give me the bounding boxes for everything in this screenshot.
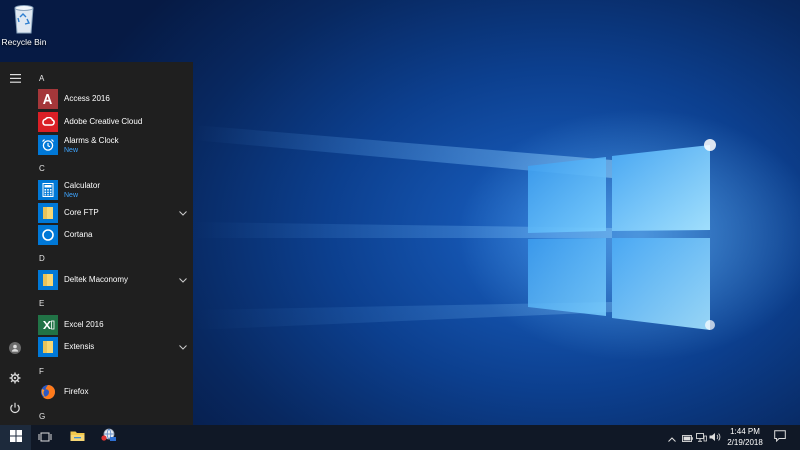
group-header-g[interactable]: G xyxy=(39,412,45,421)
user-account-button[interactable] xyxy=(0,336,30,364)
app-name: Cortana xyxy=(64,230,93,239)
new-badge: New xyxy=(64,146,79,154)
app-name: Adobe Creative Cloud xyxy=(64,117,143,126)
folder-icon xyxy=(38,270,58,290)
folder-icon xyxy=(38,337,58,357)
app-access-2016[interactable]: Access 2016 xyxy=(38,88,188,110)
app-firefox[interactable]: Firefox xyxy=(38,381,188,403)
app-name: Deltek Maconomy xyxy=(64,275,129,284)
chevron-up-icon xyxy=(668,429,676,447)
app-core-ftp[interactable]: Core FTP xyxy=(38,202,188,224)
windows-logo-icon xyxy=(9,429,22,447)
clock-date: 2/19/2018 xyxy=(727,437,763,447)
settings-button[interactable] xyxy=(0,366,30,394)
group-header-a[interactable]: A xyxy=(39,74,44,83)
action-center-button[interactable] xyxy=(773,429,786,447)
start-menu: A Access 2016 Adobe Creative Cloud Alarm… xyxy=(0,62,193,425)
notification-icon xyxy=(773,429,786,447)
app-extensis[interactable]: Extensis xyxy=(38,336,188,358)
new-badge: New xyxy=(64,191,79,199)
user-avatar-icon xyxy=(9,341,21,359)
recycle-bin-label: Recycle Bin xyxy=(1,37,47,47)
app-alarms-clock[interactable]: Alarms & Clock New xyxy=(38,134,188,156)
group-header-e[interactable]: E xyxy=(39,299,44,308)
start-button[interactable] xyxy=(0,425,31,450)
app-calculator[interactable]: Calculator New xyxy=(38,179,188,201)
app-name: Calculator xyxy=(64,180,101,190)
access-icon xyxy=(38,89,58,109)
task-view-icon xyxy=(38,429,52,447)
expand-menu-button[interactable] xyxy=(0,65,30,93)
app-name: Firefox xyxy=(64,387,89,396)
app-name: Alarms & Clock xyxy=(64,135,119,145)
calculator-icon xyxy=(38,180,58,200)
excel-icon xyxy=(38,315,58,335)
power-icon xyxy=(9,401,21,419)
battery-icon xyxy=(681,429,693,447)
chevron-down-icon[interactable] xyxy=(178,342,188,352)
app-excel-2016[interactable]: Excel 2016 xyxy=(38,314,188,336)
app-adobe-creative-cloud[interactable]: Adobe Creative Cloud xyxy=(38,111,188,133)
recycle-bin-shortcut[interactable]: Recycle Bin xyxy=(2,2,46,47)
network-app-icon xyxy=(100,428,117,447)
app-name: Extensis xyxy=(64,342,95,351)
cortana-icon xyxy=(38,225,58,245)
chevron-down-icon[interactable] xyxy=(178,208,188,218)
app-cortana[interactable]: Cortana xyxy=(38,224,188,246)
firefox-icon xyxy=(38,382,58,402)
gear-icon xyxy=(9,371,21,389)
start-menu-rail xyxy=(0,62,30,425)
file-explorer-icon xyxy=(70,429,85,447)
app-deltek-maconomy[interactable]: Deltek Maconomy xyxy=(38,269,188,291)
show-hidden-icons-button[interactable] xyxy=(666,432,678,444)
file-explorer-button[interactable] xyxy=(63,425,91,450)
speaker-icon xyxy=(709,429,721,447)
recycle-bin-icon xyxy=(7,2,41,36)
power-button[interactable] xyxy=(0,396,30,424)
network-status-button[interactable] xyxy=(695,432,707,444)
task-view-button[interactable] xyxy=(32,425,58,450)
volume-button[interactable] xyxy=(709,432,721,444)
group-header-d[interactable]: D xyxy=(39,254,45,263)
alarm-clock-icon xyxy=(38,135,58,155)
folder-icon xyxy=(38,203,58,223)
system-clock[interactable]: 1:44 PM 2/19/2018 xyxy=(722,427,768,448)
app-name: Excel 2016 xyxy=(64,320,104,329)
battery-status-button[interactable] xyxy=(681,432,693,444)
app-name: Access 2016 xyxy=(64,94,110,103)
taskbar: 1:44 PM 2/19/2018 xyxy=(0,425,800,450)
group-header-c[interactable]: C xyxy=(39,164,45,173)
app-list[interactable]: A Access 2016 Adobe Creative Cloud Alarm… xyxy=(30,62,193,425)
network-icon xyxy=(695,429,707,447)
group-header-f[interactable]: F xyxy=(39,367,44,376)
hamburger-icon xyxy=(9,70,21,88)
chevron-down-icon[interactable] xyxy=(178,275,188,285)
pinned-app-button[interactable] xyxy=(94,425,122,450)
adobe-cc-icon xyxy=(38,112,58,132)
app-name: Core FTP xyxy=(64,208,99,217)
clock-time: 1:44 PM xyxy=(730,427,760,436)
